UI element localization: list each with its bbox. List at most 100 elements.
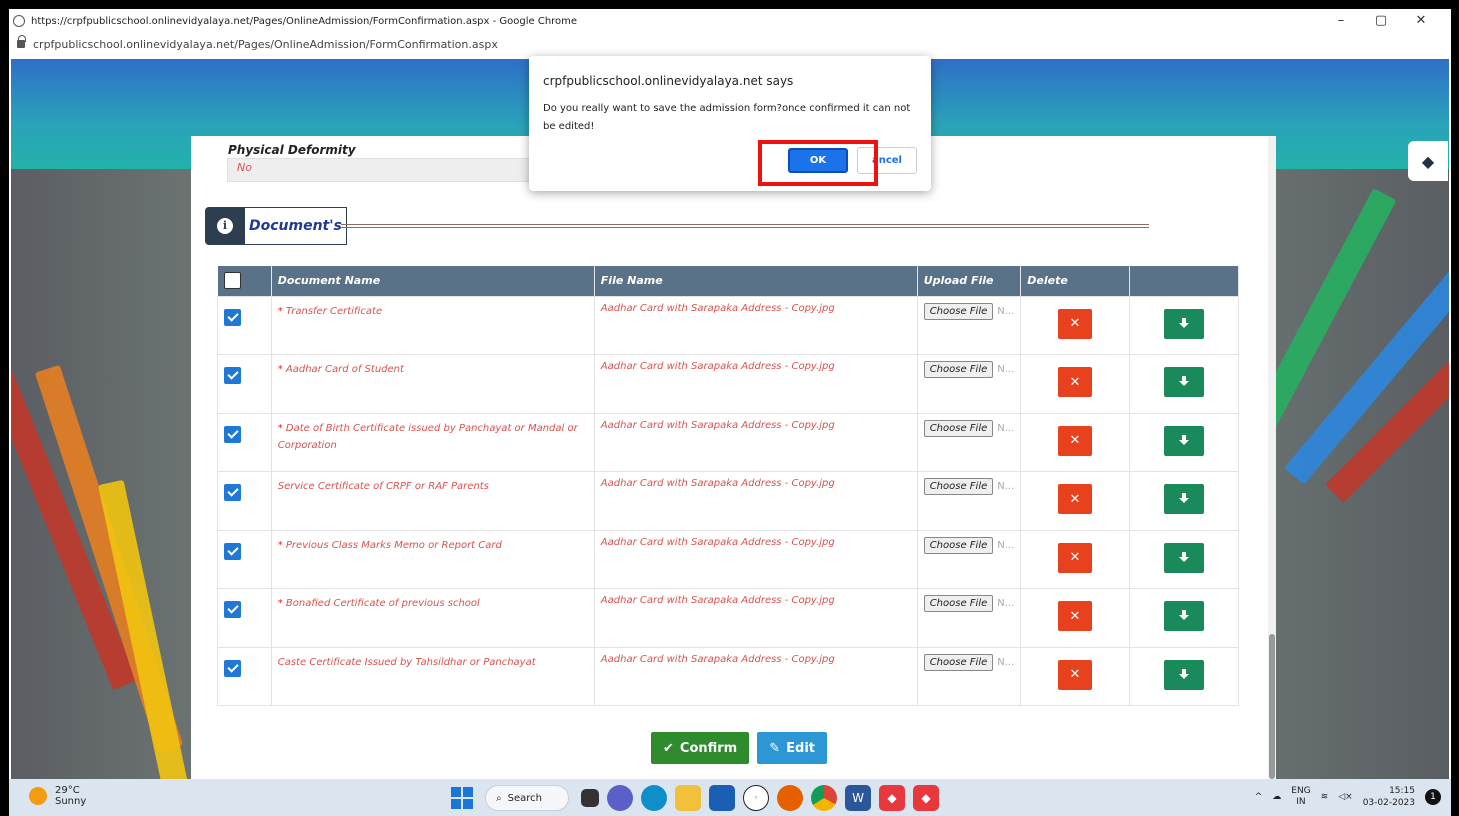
row-checkbox[interactable] xyxy=(224,659,241,677)
row-checkbox[interactable] xyxy=(224,601,241,618)
start-icon[interactable] xyxy=(451,787,473,809)
firefox-icon[interactable] xyxy=(777,785,803,811)
required-marker: * xyxy=(277,305,286,317)
delete-button[interactable]: ✕ xyxy=(1057,542,1092,573)
document-name-cell: * Previous Class Marks Memo or Report Ca… xyxy=(270,529,595,589)
delete-button[interactable]: ✕ xyxy=(1057,659,1092,690)
download-button[interactable] xyxy=(1163,601,1204,631)
row-checkbox[interactable] xyxy=(224,367,241,384)
table-row: * Date of Birth Certificate issued by Pa… xyxy=(217,412,1240,472)
file-input[interactable]: Choose File N... xyxy=(923,302,1015,320)
chat-icon[interactable] xyxy=(607,785,633,811)
file-input[interactable]: Choose File N... xyxy=(923,653,1014,671)
anydesk-icon[interactable]: ◆ xyxy=(879,785,905,811)
delete-cell: ✕ xyxy=(1020,529,1130,589)
upload-cell: Choose File N... xyxy=(916,529,1022,589)
file-name: Aadhar Card with Sarapaka Address - Copy… xyxy=(600,478,835,489)
download-button[interactable] xyxy=(1163,425,1204,456)
choose-file-button[interactable]: Choose File xyxy=(923,419,994,437)
no-file-text: N... xyxy=(997,364,1015,375)
file-input[interactable]: Choose File N... xyxy=(923,478,1015,495)
no-file-text: N... xyxy=(997,305,1015,317)
scrollbar-thumb[interactable] xyxy=(1269,634,1275,779)
address-url[interactable]: crpfpublicschool.onlinevidyalaya.net/Pag… xyxy=(33,38,498,51)
physical-deformity-field[interactable]: No xyxy=(227,158,557,182)
row-select-cell xyxy=(217,412,272,472)
close-icon: ✕ xyxy=(1069,433,1081,448)
confirm-button[interactable]: ✔ Confirm xyxy=(651,732,750,764)
file-input[interactable]: Choose File N... xyxy=(923,419,1014,437)
file-input[interactable]: Choose File N... xyxy=(923,595,1014,612)
system-tray: ^ ☁ ENG IN ≋ ◁× 15:15 03-02-2023 1 xyxy=(1255,785,1441,809)
required-marker: * xyxy=(277,422,286,434)
task-view-icon[interactable] xyxy=(581,789,599,807)
close-icon: ✕ xyxy=(1069,667,1081,682)
screen: https://crpfpublicschool.onlinevidyalaya… xyxy=(9,9,1451,816)
delete-button[interactable]: ✕ xyxy=(1057,601,1092,631)
choose-file-button[interactable]: Choose File xyxy=(923,478,994,495)
close-button[interactable]: ✕ xyxy=(1401,9,1441,33)
file-name: Aadhar Card with Sarapaka Address - Copy… xyxy=(600,595,835,606)
physical-deformity-label: Physical Deformity xyxy=(228,143,356,157)
notification-badge[interactable]: 1 xyxy=(1425,789,1441,805)
mail-icon[interactable] xyxy=(709,785,735,811)
file-explorer-icon[interactable] xyxy=(675,785,701,811)
download-button[interactable] xyxy=(1163,367,1204,397)
maximize-button[interactable]: ▢ xyxy=(1361,9,1401,33)
file-name-cell: Aadhar Card with Sarapaka Address - Copy… xyxy=(593,354,918,414)
row-checkbox[interactable] xyxy=(224,542,241,560)
language-region[interactable]: IN xyxy=(1291,797,1310,808)
chrome-icon[interactable] xyxy=(811,785,837,811)
choose-file-button[interactable]: Choose File xyxy=(923,653,994,671)
weather-widget[interactable]: 29°C Sunny xyxy=(29,785,86,807)
delete-button[interactable]: ✕ xyxy=(1057,308,1092,339)
row-checkbox[interactable] xyxy=(224,308,241,326)
choose-file-button[interactable]: Choose File xyxy=(923,302,994,320)
document-name: Service Certificate of CRPF or RAF Paren… xyxy=(277,481,489,492)
speaker-muted-icon[interactable]: ◁× xyxy=(1338,792,1352,802)
download-button[interactable] xyxy=(1163,484,1204,514)
choose-file-button[interactable]: Choose File xyxy=(923,595,994,612)
table-row: * Bonafied Certificate of previous schoo… xyxy=(217,588,1240,648)
dell-icon[interactable]: ◦ xyxy=(743,785,769,811)
wifi-icon[interactable]: ≋ xyxy=(1321,792,1329,802)
delete-button[interactable]: ✕ xyxy=(1057,484,1092,514)
language-code[interactable]: ENG xyxy=(1291,786,1310,797)
windows-taskbar: 29°C Sunny ⌕ Search ◦ W ◆ ◆ ^ ☁ ENG IN ≋… xyxy=(9,779,1451,816)
edge-icon[interactable] xyxy=(641,785,667,811)
row-select-cell xyxy=(217,295,272,355)
file-input[interactable]: Choose File N... xyxy=(923,536,1015,554)
table-row: * Transfer Certificate Aadhar Card with S… xyxy=(217,295,1240,355)
no-file-text: N... xyxy=(997,481,1015,492)
weather-condition: Sunny xyxy=(55,796,87,807)
upload-cell: Choose File N... xyxy=(916,412,1022,472)
delete-button[interactable]: ✕ xyxy=(1057,367,1092,397)
select-all-checkbox[interactable] xyxy=(223,272,241,290)
upload-cell: Choose File N... xyxy=(916,588,1022,648)
word-icon[interactable]: W xyxy=(845,785,871,811)
close-icon: ✕ xyxy=(1069,550,1081,565)
minimize-button[interactable]: – xyxy=(1321,9,1361,33)
upload-cell: Choose File N... xyxy=(916,295,1022,355)
paint-bucket-icon[interactable]: ◆ xyxy=(1408,141,1448,181)
anydesk-icon[interactable]: ◆ xyxy=(913,785,939,811)
cloud-icon[interactable]: ☁ xyxy=(1272,792,1281,802)
table-row: Service Certificate of CRPF or RAF Paren… xyxy=(217,471,1240,531)
file-input[interactable]: Choose File N... xyxy=(923,361,1015,378)
row-checkbox[interactable] xyxy=(224,484,241,501)
choose-file-button[interactable]: Choose File xyxy=(923,536,994,554)
no-file-text: N... xyxy=(997,539,1015,551)
taskbar-search[interactable]: ⌕ Search xyxy=(485,785,569,811)
download-button[interactable] xyxy=(1163,542,1204,573)
dialog-title: crpfpublicschool.onlinevidyalaya.net say… xyxy=(543,74,794,88)
row-checkbox[interactable] xyxy=(224,425,241,443)
download-button[interactable] xyxy=(1163,659,1204,690)
delete-button[interactable]: ✕ xyxy=(1057,425,1092,456)
chevron-up-icon[interactable]: ^ xyxy=(1255,792,1263,802)
edit-button[interactable]: ✎ Edit xyxy=(757,732,827,764)
upload-cell: Choose File N... xyxy=(916,471,1022,531)
address-bar[interactable]: crpfpublicschool.onlinevidyalaya.net/Pag… xyxy=(9,33,1451,55)
choose-file-button[interactable]: Choose File xyxy=(923,361,994,378)
clock[interactable]: 15:15 03-02-2023 xyxy=(1363,785,1415,809)
download-button[interactable] xyxy=(1163,308,1204,339)
